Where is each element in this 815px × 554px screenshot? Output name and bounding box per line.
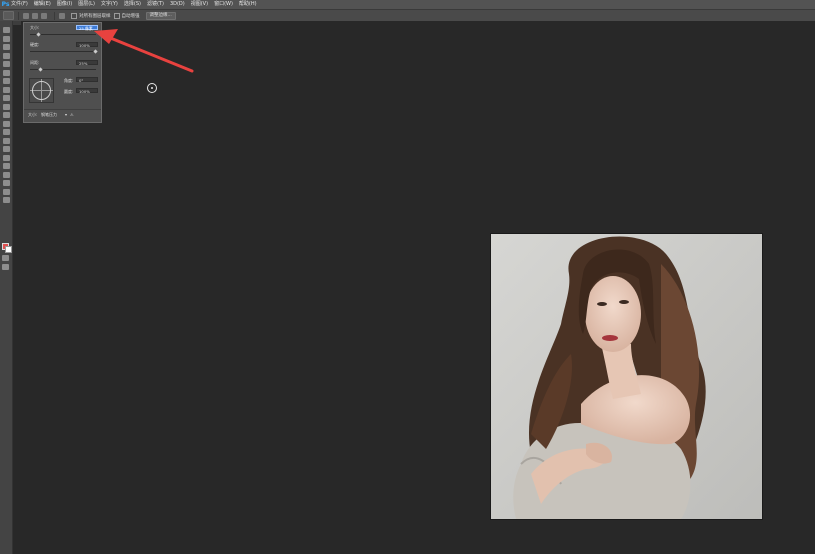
gradient-tool-icon[interactable] [2,120,10,127]
options-divider [18,11,19,20]
hardness-label: 硬度: [30,42,40,47]
size-slider-handle[interactable] [36,32,41,37]
brush-tool-icon[interactable] [2,86,10,93]
roundness-label: 圆度: [64,89,74,94]
menu-file[interactable]: 文件(F) [11,0,28,9]
tool-preset-picker[interactable] [3,11,14,20]
move-tool-icon[interactable] [2,27,10,33]
quick-mask-icon[interactable] [2,255,9,261]
menu-image[interactable]: 图像(I) [57,0,72,9]
document-photo[interactable] [490,233,763,520]
auto-enhance-checkbox[interactable] [113,12,120,19]
subtract-selection-icon[interactable] [41,12,47,19]
portrait-image [491,234,762,519]
menu-3d[interactable]: 3D(D) [170,0,185,9]
sample-all-layers-label: 对所有图层取样 [79,13,111,19]
brush-picker-icon[interactable] [59,12,65,19]
angle-label: 角度: [64,78,74,83]
size-mode-label: 大小: [28,112,38,117]
spacing-label: 间距: [30,60,40,65]
eyedropper-tool-icon[interactable] [2,69,10,76]
menu-view[interactable]: 视图(V) [191,0,208,9]
blur-tool-icon[interactable] [2,129,10,135]
options-divider [54,11,55,20]
menu-layer[interactable]: 图层(L) [78,0,95,9]
shape-tool-icon[interactable] [2,171,10,178]
size-mode-dropdown[interactable]: 钢笔压力 [41,112,57,118]
hardness-slider-handle[interactable] [93,49,98,54]
menu-help[interactable]: 帮助(H) [239,0,257,9]
lasso-tool-icon[interactable] [2,44,10,50]
clone-stamp-tool-icon[interactable] [2,95,10,101]
hand-tool-icon[interactable] [2,180,10,186]
photoshop-logo: Ps [1,1,10,8]
warning-icon: ⚠ [70,112,74,117]
angle-field[interactable]: 0° [76,77,98,83]
background-color-swatch[interactable] [5,246,12,253]
screen-mode-icon[interactable] [2,264,9,270]
panel-divider [24,109,101,110]
type-tool-icon[interactable] [2,154,10,161]
hardness-slider[interactable] [30,51,96,52]
marquee-tool-icon[interactable] [2,35,10,42]
healing-brush-tool-icon[interactable] [2,78,10,84]
auto-enhance-label: 自动增强 [121,13,140,19]
brush-cursor-center [151,87,153,89]
sample-all-layers-checkbox[interactable] [71,12,77,19]
path-selection-tool-icon[interactable] [2,163,10,169]
edit-toolbar-icon[interactable] [2,197,10,203]
history-brush-tool-icon[interactable] [2,103,10,110]
tools-panel [0,21,13,554]
brush-cursor-icon [147,83,157,93]
spacing-slider-handle[interactable] [38,67,43,72]
crop-tool-icon[interactable] [2,61,10,67]
new-selection-icon[interactable] [23,12,29,19]
angle-roundness-preview[interactable] [29,78,54,103]
document-tab[interactable] [13,21,21,25]
menu-window[interactable]: 窗口(W) [214,0,233,9]
menu-type[interactable]: 文字(Y) [101,0,118,9]
pen-tool-icon[interactable] [2,146,10,152]
size-label: 大小: [30,25,40,30]
zoom-tool-icon[interactable] [2,188,10,195]
size-field[interactable]: 25 像素 [76,25,98,31]
roundness-field[interactable]: 100% [76,88,98,94]
chevron-down-icon: ▾ [65,112,68,117]
brush-preset-panel: 大小: 25 像素 硬度: 100% 间距: 25% 角度: 0° 圆度: 10… [23,22,102,123]
menu-select[interactable]: 选择(S) [124,0,141,9]
refine-edge-button[interactable]: 调整边缘... [145,11,176,20]
menu-edit[interactable]: 编辑(E) [34,0,51,9]
menu-filter[interactable]: 滤镜(T) [147,0,164,9]
dodge-tool-icon[interactable] [2,137,10,144]
add-to-selection-icon[interactable] [32,12,38,19]
eraser-tool-icon[interactable] [2,112,10,118]
spacing-field[interactable]: 25% [76,60,98,66]
quick-selection-tool-icon[interactable] [2,52,10,59]
hardness-field[interactable]: 100% [76,42,98,48]
menu-bar: Ps 文件(F) 编辑(E) 图像(I) 图层(L) 文字(Y) 选择(S) 滤… [0,0,815,9]
brush-tip-circle-icon [32,81,51,100]
